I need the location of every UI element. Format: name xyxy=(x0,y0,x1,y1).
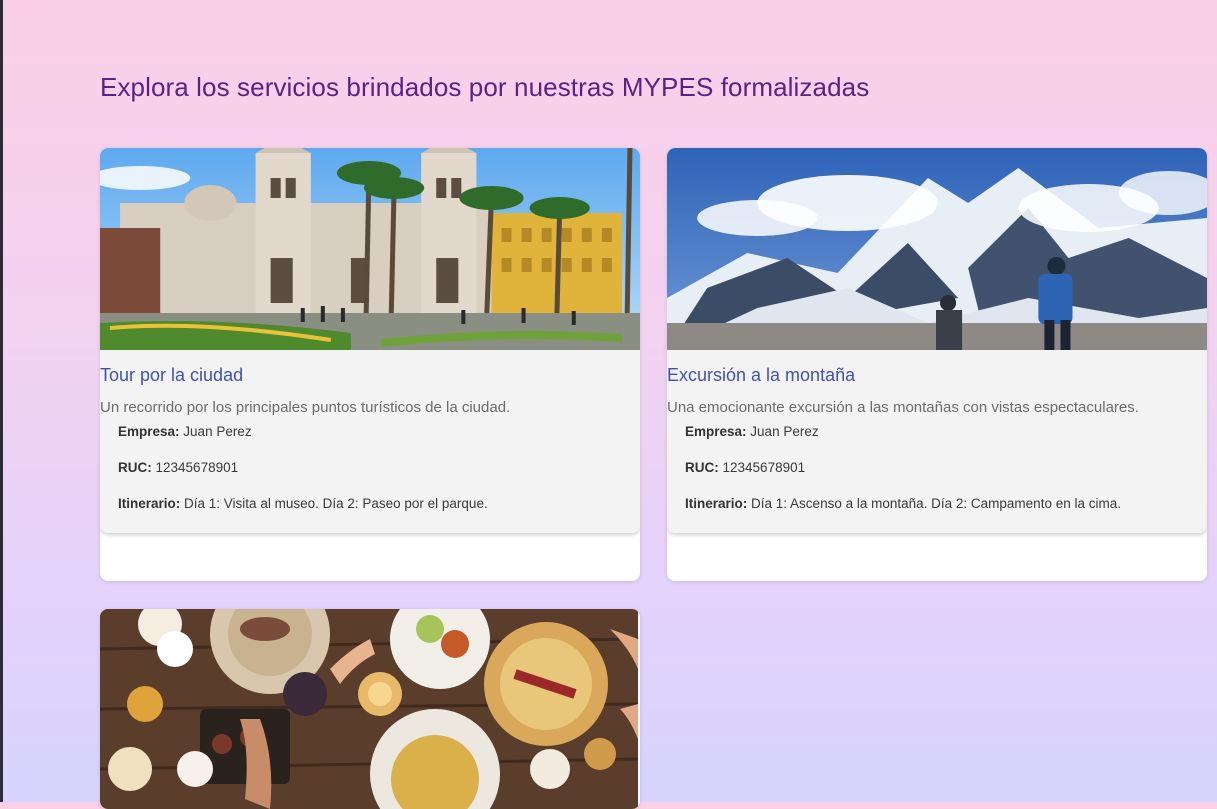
card-content: Tour por la ciudad Un recorrido por los … xyxy=(100,148,640,533)
card-image-mountain xyxy=(667,148,1207,350)
card-title[interactable]: Excursión a la montaña xyxy=(667,365,855,386)
card-image-food xyxy=(100,609,638,809)
card-image-city xyxy=(100,148,640,350)
ruc-value: 12345678901 xyxy=(155,460,239,475)
ruc-value: 12345678901 xyxy=(722,460,806,475)
company-line: Empresa: Juan Perez xyxy=(118,424,252,439)
itinerary-label: Itinerario: xyxy=(118,496,181,511)
company-label: Empresa: xyxy=(685,424,747,439)
company-value: Juan Perez xyxy=(750,424,819,439)
itinerary-value: Día 1: Ascenso a la montaña. Día 2: Camp… xyxy=(751,496,1121,511)
ruc-label: RUC: xyxy=(685,460,719,475)
itinerary-label: Itinerario: xyxy=(685,496,748,511)
itinerary-line: Itinerario: Día 1: Ascenso a la montaña.… xyxy=(685,496,1121,511)
ruc-line: RUC: 12345678901 xyxy=(118,460,238,475)
ruc-label: RUC: xyxy=(118,460,152,475)
service-card-gastronomy[interactable] xyxy=(100,609,640,809)
company-line: Empresa: Juan Perez xyxy=(685,424,819,439)
company-value: Juan Perez xyxy=(183,424,252,439)
card-content: Excursión a la montaña Una emocionante e… xyxy=(667,148,1207,533)
ruc-line: RUC: 12345678901 xyxy=(685,460,805,475)
card-description: Una emocionante excursión a las montañas… xyxy=(667,399,1139,416)
window-left-edge xyxy=(0,0,3,802)
itinerary-line: Itinerario: Día 1: Visita al museo. Día … xyxy=(118,496,488,511)
service-card-city-tour[interactable]: Tour por la ciudad Un recorrido por los … xyxy=(100,148,640,581)
company-label: Empresa: xyxy=(118,424,180,439)
service-card-mountain[interactable]: Excursión a la montaña Una emocionante e… xyxy=(667,148,1207,581)
card-description: Un recorrido por los principales puntos … xyxy=(100,399,511,416)
card-title[interactable]: Tour por la ciudad xyxy=(100,365,243,386)
page-title: Explora los servicios brindados por nues… xyxy=(100,72,870,102)
itinerary-value: Día 1: Visita al museo. Día 2: Paseo por… xyxy=(184,496,488,511)
